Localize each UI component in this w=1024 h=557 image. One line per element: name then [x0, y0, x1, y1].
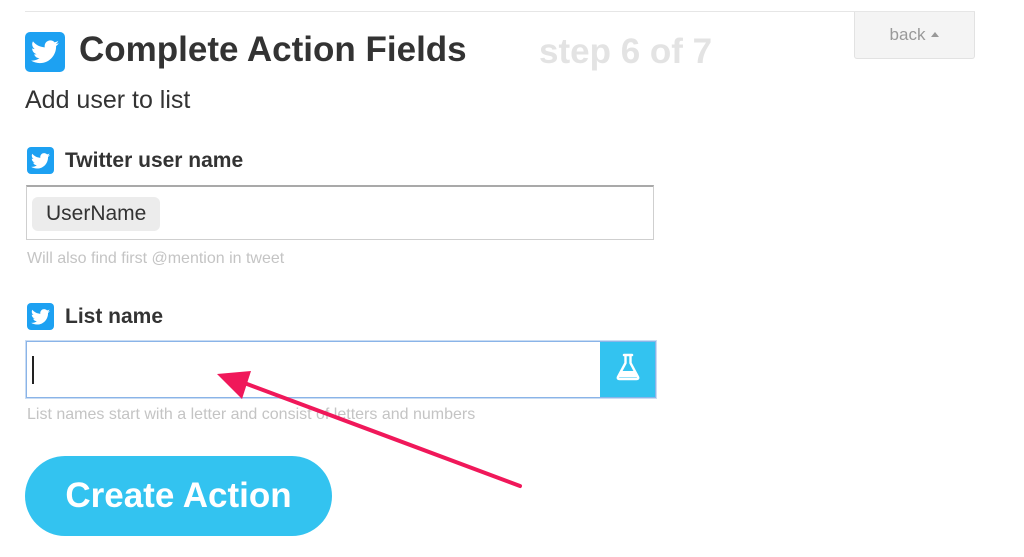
twitter-bird-icon: [25, 32, 65, 72]
top-divider: [25, 11, 975, 12]
page-title: Complete Action Fields: [79, 30, 467, 69]
twitter-bird-icon: [27, 303, 54, 330]
list-name-help: List names start with a letter and consi…: [27, 406, 476, 423]
action-fields-page: back Complete Action Fields step 6 of 7 …: [0, 0, 1024, 557]
username-ingredient-token[interactable]: UserName: [32, 197, 161, 231]
text-cursor: [32, 356, 34, 384]
twitter-bird-icon: [27, 147, 54, 174]
twitter-user-name-field[interactable]: UserName: [26, 185, 654, 240]
back-label: back: [889, 25, 926, 44]
twitter-user-name-label: Twitter user name: [65, 148, 244, 172]
add-ingredient-button[interactable]: [600, 342, 655, 397]
field-list-name-label-row: List name: [27, 303, 163, 330]
caret-up-icon: [931, 31, 940, 37]
action-subtitle: Add user to list: [25, 86, 191, 114]
step-indicator: step 6 of 7: [539, 32, 713, 71]
list-name-label: List name: [65, 304, 164, 328]
flask-icon: [615, 353, 641, 386]
list-name-field[interactable]: [26, 341, 656, 398]
field-twitter-user-name-label-row: Twitter user name: [27, 147, 243, 174]
create-action-button[interactable]: Create Action: [25, 456, 332, 536]
twitter-user-name-help: Will also find first @mention in tweet: [27, 250, 285, 267]
back-button[interactable]: back: [854, 12, 975, 59]
